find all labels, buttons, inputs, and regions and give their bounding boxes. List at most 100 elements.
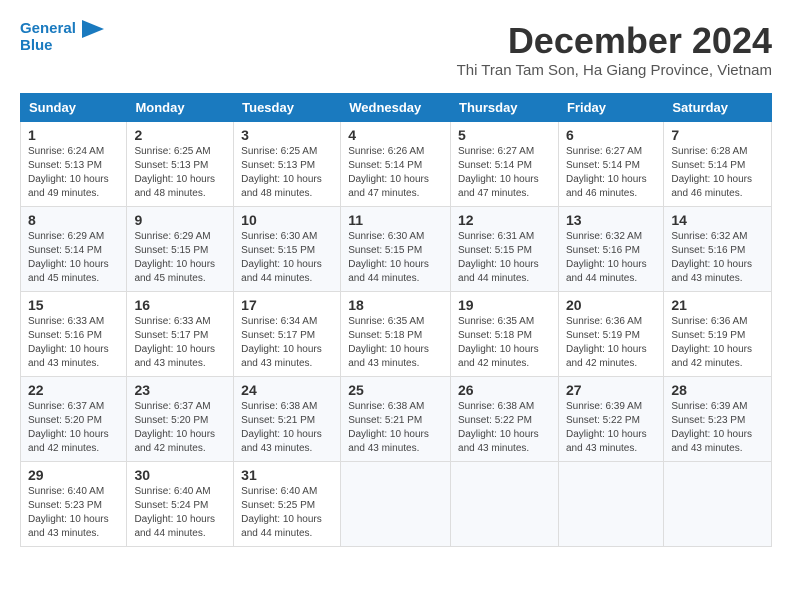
calendar-cell: 5Sunrise: 6:27 AMSunset: 5:14 PMDaylight…	[451, 122, 559, 207]
calendar-cell: 20Sunrise: 6:36 AMSunset: 5:19 PMDayligh…	[558, 292, 663, 377]
day-info: Sunrise: 6:34 AMSunset: 5:17 PMDaylight:…	[241, 315, 333, 371]
day-info: Sunrise: 6:39 AMSunset: 5:22 PMDaylight:…	[566, 400, 656, 456]
calendar-cell: 17 Sunrise: 6:34 AMSunset: 5:17 PMDayligh…	[234, 292, 341, 377]
calendar-cell: 11 Sunrise: 6:30 AMSunset: 5:15 PMDayligh…	[341, 207, 451, 292]
page-container: General Blue December 2024 Thi Tran Tam …	[20, 20, 772, 547]
day-info: Sunrise: 6:38 AMSunset: 5:21 PMDaylight:…	[348, 400, 443, 456]
calendar-cell: 7 Sunrise: 6:28 AMSunset: 5:14 PMDaylight…	[664, 122, 772, 207]
calendar-cell: 6Sunrise: 6:27 AMSunset: 5:14 PMDaylight…	[558, 122, 663, 207]
location-title: Thi Tran Tam Son, Ha Giang Province, Vie…	[457, 62, 772, 79]
day-info: Sunrise: 6:28 AMSunset: 5:14 PMDaylight:…	[671, 145, 764, 201]
day-info: Sunrise: 6:25 AMSunset: 5:13 PMDaylight:…	[134, 145, 226, 201]
day-info: Sunrise: 6:38 AMSunset: 5:21 PMDaylight:…	[241, 400, 333, 456]
day-info: Sunrise: 6:26 AMSunset: 5:14 PMDaylight:…	[348, 145, 443, 201]
day-number: 10	[241, 212, 333, 228]
calendar-cell: 28 Sunrise: 6:39 AMSunset: 5:23 PMDayligh…	[664, 377, 772, 462]
day-info: Sunrise: 6:32 AMSunset: 5:16 PMDaylight:…	[671, 230, 764, 286]
day-info: Sunrise: 6:35 AMSunset: 5:18 PMDaylight:…	[458, 315, 551, 371]
col-thursday: Thursday	[451, 94, 559, 122]
day-number: 4	[348, 127, 443, 143]
day-number: 2	[134, 127, 226, 143]
calendar-header-row: Sunday Monday Tuesday Wednesday Thursday…	[21, 94, 772, 122]
calendar-table: Sunday Monday Tuesday Wednesday Thursday…	[20, 93, 772, 547]
calendar-cell: 18 Sunrise: 6:35 AMSunset: 5:18 PMDayligh…	[341, 292, 451, 377]
day-number: 5	[458, 127, 551, 143]
calendar-cell: 27 Sunrise: 6:39 AMSunset: 5:22 PMDayligh…	[558, 377, 663, 462]
day-number: 8	[28, 212, 119, 228]
col-sunday: Sunday	[21, 94, 127, 122]
day-info: Sunrise: 6:25 AMSunset: 5:13 PMDaylight:…	[241, 145, 333, 201]
calendar-cell: 15 Sunrise: 6:33 AMSunset: 5:16 PMDayligh…	[21, 292, 127, 377]
month-title: December 2024	[457, 20, 772, 62]
calendar-row: 1Sunrise: 6:24 AMSunset: 5:13 PMDaylight…	[21, 122, 772, 207]
day-number: 7	[671, 127, 764, 143]
day-info: Sunrise: 6:37 AMSunset: 5:20 PMDaylight:…	[28, 400, 119, 456]
day-number: 3	[241, 127, 333, 143]
day-info: Sunrise: 6:37 AMSunset: 5:20 PMDaylight:…	[134, 400, 226, 456]
calendar-cell: 21Sunrise: 6:36 AMSunset: 5:19 PMDayligh…	[664, 292, 772, 377]
col-wednesday: Wednesday	[341, 94, 451, 122]
calendar-cell: 24Sunrise: 6:38 AMSunset: 5:21 PMDayligh…	[234, 377, 341, 462]
day-info: Sunrise: 6:29 AMSunset: 5:14 PMDaylight:…	[28, 230, 119, 286]
day-info: Sunrise: 6:27 AMSunset: 5:14 PMDaylight:…	[566, 145, 656, 201]
calendar-cell	[451, 462, 559, 547]
calendar-cell: 2 Sunrise: 6:25 AMSunset: 5:13 PMDaylight…	[127, 122, 234, 207]
day-number: 16	[134, 297, 226, 313]
day-number: 26	[458, 382, 551, 398]
calendar-row: 15 Sunrise: 6:33 AMSunset: 5:16 PMDayligh…	[21, 292, 772, 377]
day-number: 18	[348, 297, 443, 313]
day-info: Sunrise: 6:30 AMSunset: 5:15 PMDaylight:…	[348, 230, 443, 286]
day-number: 23	[134, 382, 226, 398]
calendar-cell	[341, 462, 451, 547]
day-number: 9	[134, 212, 226, 228]
calendar-row: 29 Sunrise: 6:40 AMSunset: 5:23 PMDayligh…	[21, 462, 772, 547]
calendar-cell: 31Sunrise: 6:40 AMSunset: 5:25 PMDayligh…	[234, 462, 341, 547]
day-number: 30	[134, 467, 226, 483]
logo-arrow-icon	[82, 20, 104, 38]
day-number: 11	[348, 212, 443, 228]
calendar-cell: 26 Sunrise: 6:38 AMSunset: 5:22 PMDayligh…	[451, 377, 559, 462]
calendar-cell: 16 Sunrise: 6:33 AMSunset: 5:17 PMDayligh…	[127, 292, 234, 377]
day-number: 29	[28, 467, 119, 483]
day-number: 19	[458, 297, 551, 313]
calendar-cell	[558, 462, 663, 547]
day-number: 20	[566, 297, 656, 313]
calendar-cell: 8 Sunrise: 6:29 AMSunset: 5:14 PMDaylight…	[21, 207, 127, 292]
logo: General Blue	[20, 20, 104, 55]
day-number: 17	[241, 297, 333, 313]
col-saturday: Saturday	[664, 94, 772, 122]
day-info: Sunrise: 6:35 AMSunset: 5:18 PMDaylight:…	[348, 315, 443, 371]
day-number: 13	[566, 212, 656, 228]
calendar-cell: 22 Sunrise: 6:37 AMSunset: 5:20 PMDayligh…	[21, 377, 127, 462]
calendar-cell: 1Sunrise: 6:24 AMSunset: 5:13 PMDaylight…	[21, 122, 127, 207]
day-number: 15	[28, 297, 119, 313]
day-number: 1	[28, 127, 119, 143]
calendar-cell: 14 Sunrise: 6:32 AMSunset: 5:16 PMDayligh…	[664, 207, 772, 292]
day-number: 28	[671, 382, 764, 398]
day-info: Sunrise: 6:39 AMSunset: 5:23 PMDaylight:…	[671, 400, 764, 456]
logo-blue: Blue	[20, 38, 104, 55]
day-info: Sunrise: 6:38 AMSunset: 5:22 PMDaylight:…	[458, 400, 551, 456]
header: General Blue December 2024 Thi Tran Tam …	[20, 20, 772, 89]
calendar-cell: 13Sunrise: 6:32 AMSunset: 5:16 PMDayligh…	[558, 207, 663, 292]
col-monday: Monday	[127, 94, 234, 122]
calendar-cell: 12Sunrise: 6:31 AMSunset: 5:15 PMDayligh…	[451, 207, 559, 292]
calendar-row: 22 Sunrise: 6:37 AMSunset: 5:20 PMDayligh…	[21, 377, 772, 462]
day-number: 31	[241, 467, 333, 483]
day-info: Sunrise: 6:33 AMSunset: 5:17 PMDaylight:…	[134, 315, 226, 371]
calendar-cell: 4 Sunrise: 6:26 AMSunset: 5:14 PMDaylight…	[341, 122, 451, 207]
calendar-cell: 23 Sunrise: 6:37 AMSunset: 5:20 PMDayligh…	[127, 377, 234, 462]
day-number: 22	[28, 382, 119, 398]
day-info: Sunrise: 6:31 AMSunset: 5:15 PMDaylight:…	[458, 230, 551, 286]
calendar-cell: 3 Sunrise: 6:25 AMSunset: 5:13 PMDaylight…	[234, 122, 341, 207]
day-info: Sunrise: 6:29 AMSunset: 5:15 PMDaylight:…	[134, 230, 226, 286]
day-number: 27	[566, 382, 656, 398]
calendar-cell: 9 Sunrise: 6:29 AMSunset: 5:15 PMDaylight…	[127, 207, 234, 292]
calendar-cell: 19 Sunrise: 6:35 AMSunset: 5:18 PMDayligh…	[451, 292, 559, 377]
day-info: Sunrise: 6:33 AMSunset: 5:16 PMDaylight:…	[28, 315, 119, 371]
title-block: December 2024 Thi Tran Tam Son, Ha Giang…	[457, 20, 772, 89]
day-number: 14	[671, 212, 764, 228]
col-tuesday: Tuesday	[234, 94, 341, 122]
day-info: Sunrise: 6:40 AMSunset: 5:23 PMDaylight:…	[28, 485, 119, 541]
calendar-cell: 30Sunrise: 6:40 AMSunset: 5:24 PMDayligh…	[127, 462, 234, 547]
